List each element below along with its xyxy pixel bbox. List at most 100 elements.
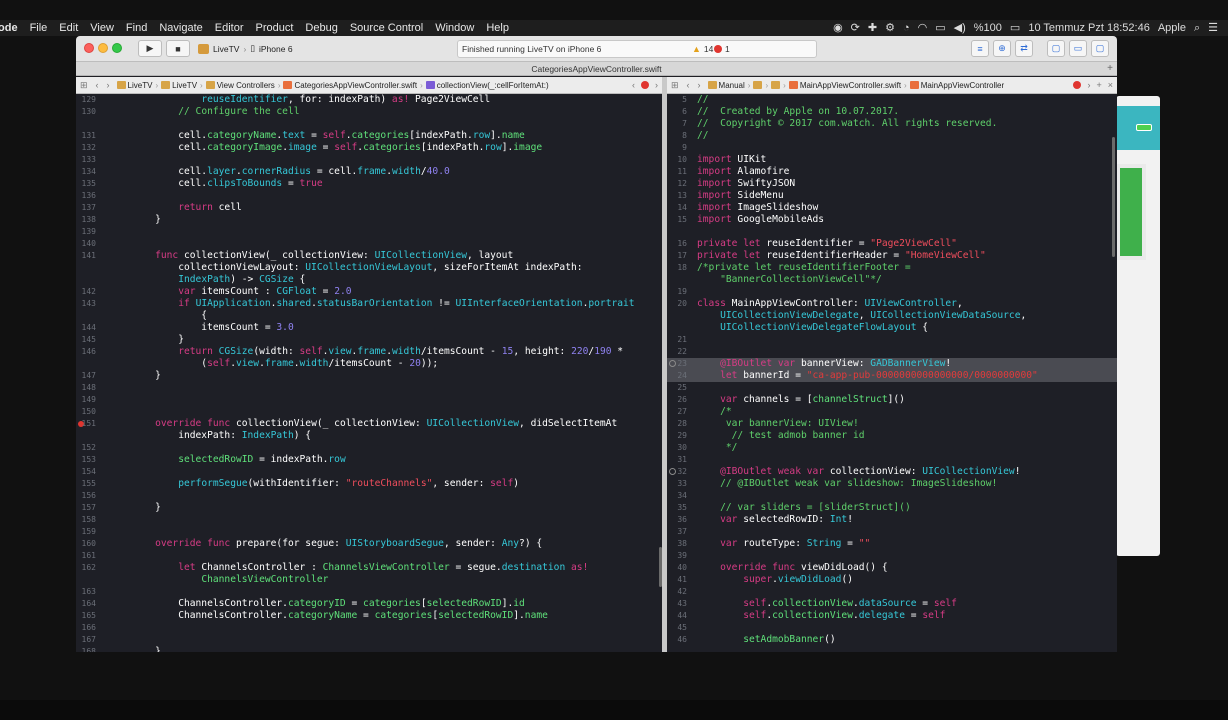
code-text[interactable]: // var sliders = [sliderStruct]()	[697, 502, 911, 514]
debug-area-toggle[interactable]: ▭	[1069, 40, 1087, 57]
code-text[interactable]: cell.categoryName.text = self.categories…	[132, 130, 525, 142]
breadcrumb-mode[interactable]: Manual	[705, 81, 748, 90]
menu-app-name[interactable]: ode	[0, 20, 24, 36]
code-line[interactable]: 151 override func collectionView(_ colle…	[76, 418, 662, 430]
menu-edit[interactable]: Edit	[53, 20, 84, 36]
code-line[interactable]: 42	[667, 586, 1117, 598]
code-line[interactable]: 15 import GoogleMobileAds	[667, 214, 1117, 226]
user-name[interactable]: Apple	[1158, 20, 1186, 36]
code-line[interactable]: 160 override func prepare(for segue: UIS…	[76, 538, 662, 550]
code-line[interactable]: 163	[76, 586, 662, 598]
code-line[interactable]: 146 return CGSize(width: self.view.frame…	[76, 346, 662, 358]
code-text[interactable]: collectionViewLayout: UICollectionViewLa…	[132, 262, 582, 274]
code-line[interactable]: IndexPath) -> CGSize {	[76, 274, 662, 286]
code-line[interactable]: 140	[76, 238, 662, 250]
code-text[interactable]: ChannelsController.categoryID = categori…	[132, 598, 525, 610]
code-line[interactable]: 13 import SideMenu	[667, 190, 1117, 202]
code-line[interactable]: UICollectionViewDelegate, UICollectionVi…	[667, 310, 1117, 322]
code-line[interactable]: 14 import ImageSlideshow	[667, 202, 1117, 214]
code-text[interactable]: self.collectionView.delegate = self	[697, 610, 945, 622]
code-line[interactable]: 37	[667, 526, 1117, 538]
code-line[interactable]: 131 cell.categoryName.text = self.catego…	[76, 130, 662, 142]
breadcrumb-file[interactable]: MainAppViewController.swift	[786, 81, 904, 90]
code-text[interactable]: override func prepare(for segue: UIStory…	[132, 538, 542, 550]
code-line[interactable]: 150	[76, 406, 662, 418]
code-line[interactable]: "BannerCollectionViewCell"*/	[667, 274, 1117, 286]
breadcrumb-method[interactable]: collectionView(_:cellForItemAt:)	[423, 81, 552, 90]
breadcrumb-group[interactable]: LiveTV	[158, 81, 200, 90]
simulator-window[interactable]	[1116, 96, 1160, 556]
menu-find[interactable]: Find	[120, 20, 153, 36]
code-line[interactable]: 166	[76, 622, 662, 634]
new-tab-button[interactable]: +	[1107, 62, 1113, 76]
code-text[interactable]: import GoogleMobileAds	[697, 214, 824, 226]
run-button[interactable]: ▶	[138, 40, 162, 57]
code-line[interactable]: 40 override func viewDidLoad() {	[667, 562, 1117, 574]
code-line[interactable]: 30 */	[667, 442, 1117, 454]
battery-icon[interactable]: ▭	[1010, 20, 1020, 36]
code-line[interactable]: 28 var bannerView: UIView!	[667, 418, 1117, 430]
code-text[interactable]: setAdmobBanner()	[697, 634, 835, 646]
code-text[interactable]: (self.view.frame.width/itemsCount - 20))…	[132, 358, 438, 370]
code-line[interactable]: 139	[76, 226, 662, 238]
back-button[interactable]: ‹	[683, 80, 694, 90]
stop-button[interactable]: ■	[166, 40, 190, 57]
code-line[interactable]: 167	[76, 634, 662, 646]
code-text[interactable]: }	[132, 502, 161, 514]
wifi-icon[interactable]: ◠	[918, 20, 928, 36]
code-line[interactable]: 16 private let reuseIdentifier = "Page2Vi…	[667, 238, 1117, 250]
code-text[interactable]: }	[132, 646, 161, 652]
navigator-toggle[interactable]: ▢	[1047, 40, 1065, 57]
code-line[interactable]: 36 var selectedRowID: Int!	[667, 514, 1117, 526]
code-text[interactable]: }	[132, 370, 161, 382]
code-line[interactable]: 142 var itemsCount : CGFloat = 2.0	[76, 286, 662, 298]
menu-debug[interactable]: Debug	[299, 20, 343, 36]
code-line[interactable]: 45	[667, 622, 1117, 634]
code-text[interactable]: */	[697, 442, 738, 454]
left-code-area[interactable]: 129 reuseIdentifier, for: indexPath) as!…	[76, 94, 662, 652]
code-line[interactable]: 43 self.collectionView.dataSource = self	[667, 598, 1117, 610]
code-text[interactable]: private let reuseIdentifier = "Page2View…	[697, 238, 957, 250]
code-text[interactable]: var channels = [channelStruct]()	[697, 394, 905, 406]
code-text[interactable]: indexPath: IndexPath) {	[132, 430, 311, 442]
standard-editor-button[interactable]: ≡	[971, 40, 989, 57]
battery-percent[interactable]: %100	[974, 20, 1002, 36]
code-line[interactable]: 155 performSegue(withIdentifier: "routeC…	[76, 478, 662, 490]
code-line[interactable]: 26 var channels = [channelStruct]()	[667, 394, 1117, 406]
code-line[interactable]: 35 // var sliders = [sliderStruct]()	[667, 502, 1117, 514]
code-text[interactable]: IndexPath) -> CGSize {	[132, 274, 305, 286]
code-text[interactable]: /*	[697, 406, 732, 418]
code-text[interactable]: UICollectionViewDelegate, UICollectionVi…	[697, 310, 1026, 322]
code-line[interactable]: 11 import Alamofire	[667, 166, 1117, 178]
code-text[interactable]: var selectedRowID: Int!	[697, 514, 853, 526]
code-line[interactable]: 144 itemsCount = 3.0	[76, 322, 662, 334]
chevron-right-icon[interactable]: ›	[1087, 80, 1090, 90]
clock[interactable]: 10 Temmuz Pzt 18:52:46	[1028, 20, 1149, 36]
code-line[interactable]: 23 @IBOutlet var bannerView: GADBannerVi…	[667, 358, 1117, 370]
code-text[interactable]: import SideMenu	[697, 190, 784, 202]
sync-icon[interactable]: ⟳	[851, 20, 860, 36]
code-text[interactable]: ChannelsViewController	[132, 574, 328, 586]
code-line[interactable]: 20 class MainAppViewController: UIViewCon…	[667, 298, 1117, 310]
add-editor-icon[interactable]: +	[1096, 80, 1101, 90]
code-line[interactable]: 133	[76, 154, 662, 166]
code-line[interactable]: 154	[76, 466, 662, 478]
code-line[interactable]: collectionViewLayout: UICollectionViewLa…	[76, 262, 662, 274]
minimize-window-button[interactable]	[98, 43, 108, 53]
code-line[interactable]: 18 /*private let reuseIdentifierFooter =	[667, 262, 1117, 274]
code-line[interactable]: 152	[76, 442, 662, 454]
code-text[interactable]: /*private let reuseIdentifierFooter =	[697, 262, 911, 274]
code-line[interactable]: 148	[76, 382, 662, 394]
code-line[interactable]: 145 }	[76, 334, 662, 346]
code-line[interactable]: 44 self.collectionView.delegate = self	[667, 610, 1117, 622]
code-text[interactable]: private let reuseIdentifierHeader = "Hom…	[697, 250, 986, 262]
code-text[interactable]: {	[132, 310, 207, 322]
warning-count[interactable]: ▲ 14	[692, 44, 713, 54]
close-editor-icon[interactable]: ×	[1108, 80, 1113, 90]
code-line[interactable]: 41 super.viewDidLoad()	[667, 574, 1117, 586]
spotlight-icon[interactable]: ⌕	[1194, 20, 1200, 36]
code-line[interactable]: 12 import SwiftyJSON	[667, 178, 1117, 190]
code-line[interactable]: 31	[667, 454, 1117, 466]
assistant-editor-button[interactable]: ⊕	[993, 40, 1011, 57]
code-text[interactable]: // Copyright © 2017 com.watch. All right…	[697, 118, 997, 130]
